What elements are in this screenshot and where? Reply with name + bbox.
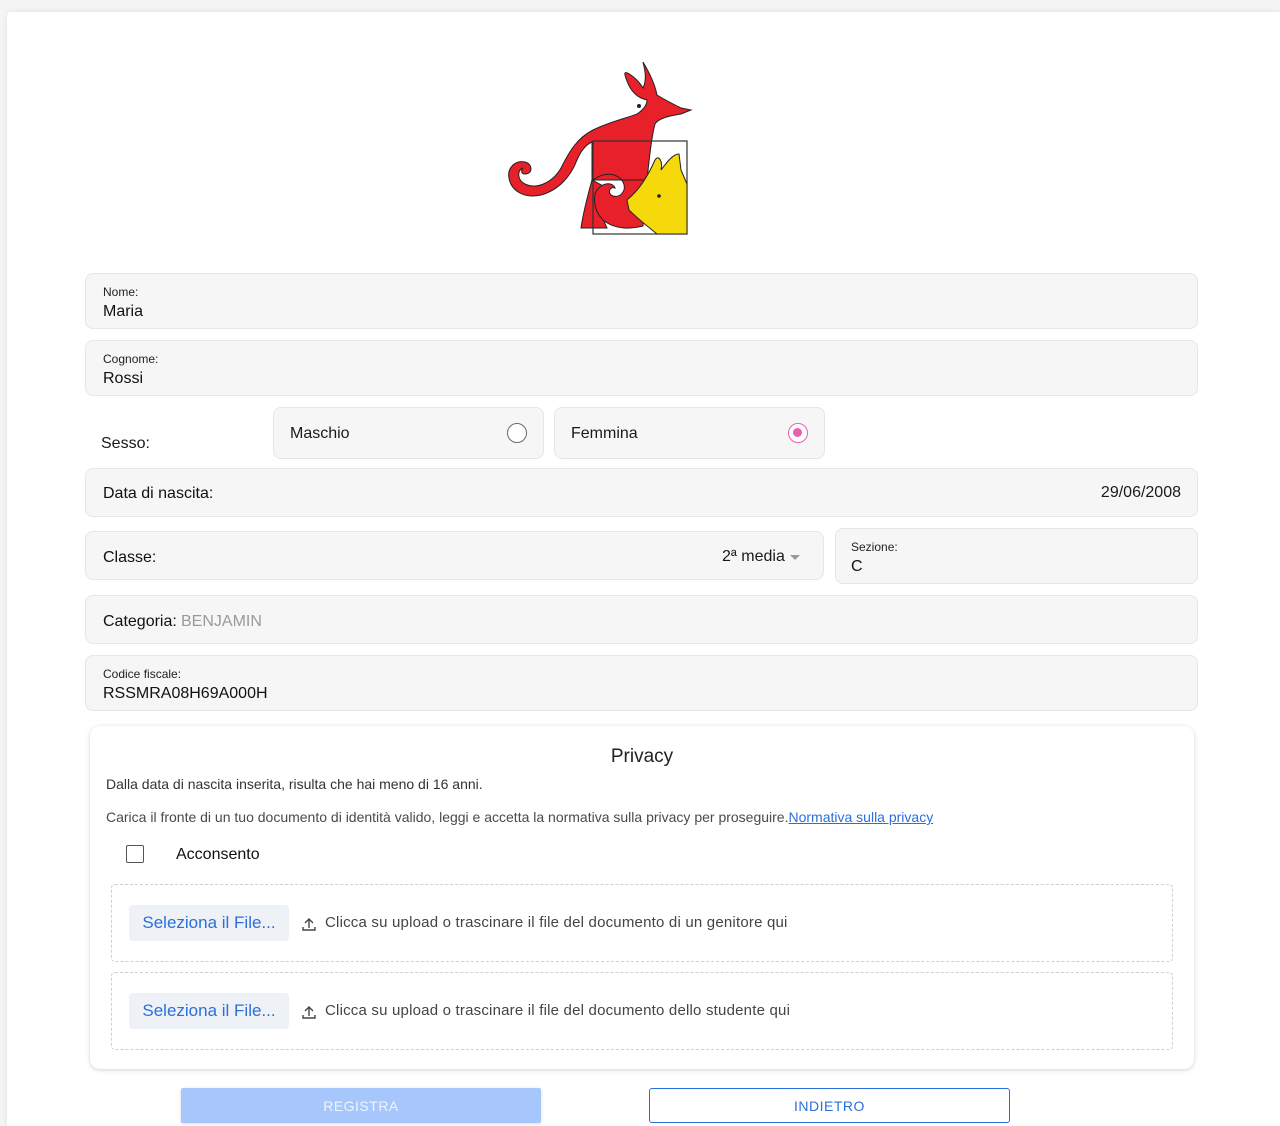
categoria-field: Categoria: BENJAMIN — [85, 595, 1198, 644]
classe-select[interactable]: Classe: 2ª media — [85, 531, 824, 580]
consent-checkbox[interactable] — [126, 845, 144, 863]
privacy-instructions-text: Carica il fronte di un tuo documento di … — [106, 809, 789, 825]
privacy-title: Privacy — [610, 746, 674, 767]
radio-femmina[interactable]: Femmina — [554, 407, 825, 459]
upload-icon — [302, 1006, 316, 1019]
cognome-input[interactable]: Rossi — [103, 370, 143, 388]
cognome-field[interactable]: Cognome: Rossi — [85, 340, 1198, 396]
codice-fiscale-input[interactable]: RSSMRA08H69A000H — [103, 685, 268, 703]
radio-femmina-selected-icon[interactable] — [788, 423, 808, 443]
categoria-value: BENJAMIN — [181, 613, 262, 630]
kangaroo-logo — [508, 61, 693, 235]
chevron-down-icon[interactable] — [790, 555, 800, 560]
privacy-age-warning: Dalla data di nascita inserita, risulta … — [106, 776, 483, 792]
nome-input[interactable]: Maria — [103, 303, 143, 321]
privacy-policy-link[interactable]: Normativa sulla privacy — [788, 809, 933, 825]
data-nascita-input[interactable]: 29/06/2008 — [1101, 484, 1181, 502]
sesso-label: Sesso: — [101, 435, 150, 452]
privacy-instructions: Carica il fronte di un tuo documento di … — [106, 809, 933, 825]
parent-document-dropzone[interactable]: Seleziona il File... Clicca su upload o … — [111, 884, 1173, 962]
nome-field[interactable]: Nome: Maria — [85, 273, 1198, 329]
sezione-field[interactable]: Sezione: C — [835, 528, 1198, 584]
consent-label: Acconsento — [176, 846, 260, 863]
data-nascita-label: Data di nascita: — [103, 485, 214, 502]
classe-label: Classe: — [103, 549, 157, 566]
upload-icon — [302, 918, 316, 931]
privacy-card: Privacy Dalla data di nascita inserita, … — [90, 726, 1194, 1069]
registration-page: Nome: Maria Cognome: Rossi Sesso: Maschi… — [7, 12, 1280, 1126]
student-document-dropzone[interactable]: Seleziona il File... Clicca su upload o … — [111, 972, 1173, 1050]
nome-label: Nome: — [103, 285, 139, 299]
codice-fiscale-label: Codice fiscale: — [103, 667, 182, 681]
indietro-button[interactable]: INDIETRO — [649, 1088, 1010, 1123]
select-student-file-button[interactable]: Seleziona il File... — [129, 993, 289, 1029]
sezione-label: Sezione: — [851, 540, 898, 554]
select-parent-file-button[interactable]: Seleziona il File... — [129, 905, 289, 941]
cognome-label: Cognome: — [103, 352, 159, 366]
codice-fiscale-field[interactable]: Codice fiscale: RSSMRA08H69A000H — [85, 655, 1198, 711]
student-dropzone-hint: Clicca su upload o trascinare il file de… — [325, 1002, 791, 1019]
data-nascita-field[interactable]: Data di nascita: 29/06/2008 — [85, 468, 1198, 517]
parent-dropzone-hint: Clicca su upload o trascinare il file de… — [325, 914, 788, 931]
radio-maschio[interactable]: Maschio — [273, 407, 544, 459]
categoria-label: Categoria: — [103, 613, 177, 630]
radio-maschio-circle-icon[interactable] — [507, 423, 527, 443]
registra-button[interactable]: REGISTRA — [181, 1088, 541, 1123]
sezione-input[interactable]: C — [851, 558, 863, 576]
radio-femmina-label: Femmina — [571, 425, 638, 442]
radio-maschio-label: Maschio — [290, 425, 350, 442]
classe-value: 2ª media — [722, 548, 785, 565]
